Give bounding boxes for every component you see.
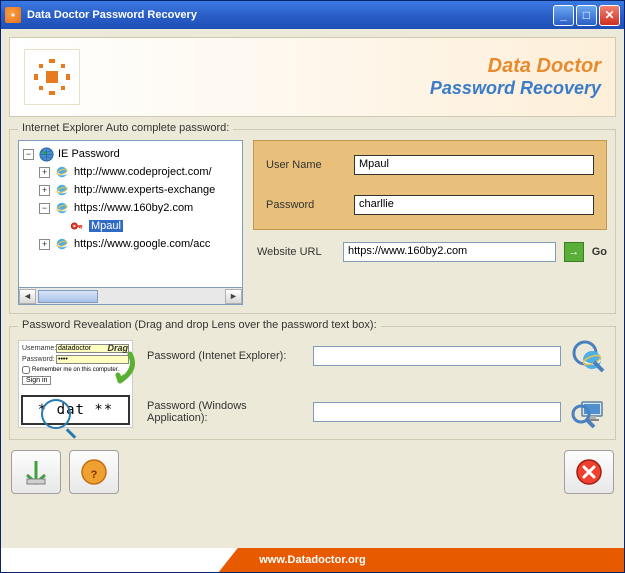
- svg-text:?: ?: [91, 469, 98, 481]
- help-icon: ?: [79, 457, 109, 487]
- monitor-lens-icon: [569, 393, 607, 431]
- footer-link[interactable]: www.Datadoctor.org: [259, 554, 366, 566]
- tree-item-label: http://www.experts-exchange: [74, 184, 215, 196]
- url-row: Website URL https://www.160by2.com → Go: [253, 238, 607, 262]
- bottom-toolbar: ?: [9, 446, 616, 498]
- expand-icon[interactable]: +: [39, 239, 50, 250]
- minimize-button[interactable]: _: [553, 5, 574, 26]
- client-area: Data Doctor Password Recovery Internet E…: [1, 29, 624, 548]
- globe-icon: [38, 146, 54, 162]
- autocomplete-group-label: Internet Explorer Auto complete password…: [18, 122, 233, 134]
- arrow-right-icon: →: [568, 246, 579, 258]
- close-button[interactable]: ✕: [599, 5, 620, 26]
- close-icon: [574, 457, 604, 487]
- username-row: User Name Mpaul: [266, 155, 594, 175]
- password-field[interactable]: charllie: [354, 195, 594, 215]
- expand-icon[interactable]: −: [23, 149, 34, 160]
- reveal-ie-row: Password (Intenet Explorer):: [147, 337, 607, 375]
- window-title: Data Doctor Password Recovery: [27, 9, 553, 21]
- reveal-win-row: Password (Windows Application):: [147, 393, 607, 431]
- scroll-thumb[interactable]: [38, 290, 98, 303]
- titlebar[interactable]: Data Doctor Password Recovery _ □ ✕: [1, 1, 624, 29]
- drag-arrow-icon: [100, 349, 140, 389]
- credentials-box: User Name Mpaul Password charllie: [253, 140, 607, 230]
- window-controls: _ □ ✕: [553, 5, 620, 26]
- header-line1: Data Doctor: [430, 55, 601, 78]
- help-button[interactable]: ?: [69, 450, 119, 494]
- tree-item[interactable]: + http://www.codeproject.com/: [23, 163, 238, 181]
- save-icon: [21, 457, 51, 487]
- save-button[interactable]: [11, 450, 61, 494]
- ie-lens-icon: [569, 337, 607, 375]
- ie-icon: [54, 236, 70, 252]
- ie-icon: [54, 200, 70, 216]
- key-icon: [69, 218, 85, 234]
- collapse-icon[interactable]: −: [39, 203, 50, 214]
- tree-item-label: https://www.160by2.com: [74, 202, 193, 214]
- password-row: Password charllie: [266, 195, 594, 215]
- username-label: User Name: [266, 159, 344, 171]
- reveal-fields: Password (Intenet Explorer): Password (W…: [147, 337, 607, 431]
- tree-item[interactable]: − https://www.160by2.com: [23, 199, 238, 217]
- url-label: Website URL: [257, 246, 335, 258]
- go-label: Go: [592, 246, 607, 258]
- reveal-ie-field[interactable]: [313, 346, 561, 366]
- app-window: Data Doctor Password Recovery _ □ ✕ Data…: [0, 0, 625, 573]
- footer-bar: www.Datadoctor.org: [1, 548, 624, 572]
- tree-root[interactable]: − IE Password: [23, 145, 238, 163]
- reveal-group-label: Password Revealation (Drag and drop Lens…: [18, 319, 381, 331]
- username-field[interactable]: Mpaul: [354, 155, 594, 175]
- autocomplete-group: Internet Explorer Auto complete password…: [9, 129, 616, 314]
- reveal-group: Password Revealation (Drag and drop Lens…: [9, 326, 616, 440]
- expand-icon[interactable]: +: [39, 185, 50, 196]
- tree-item[interactable]: + http://www.experts-exchange: [23, 181, 238, 199]
- expand-icon[interactable]: +: [39, 167, 50, 178]
- exit-button[interactable]: [564, 450, 614, 494]
- drag-lens-demo[interactable]: Drag Username:datadoctor Password:•••• R…: [18, 340, 133, 428]
- tree-selected-label: Mpaul: [89, 220, 123, 232]
- reveal-ie-label: Password (Intenet Explorer):: [147, 350, 305, 362]
- reveal-win-field[interactable]: [313, 402, 561, 422]
- app-icon: [5, 7, 21, 23]
- header-text: Data Doctor Password Recovery: [430, 55, 601, 99]
- tree-item[interactable]: + https://www.google.com/acc: [23, 235, 238, 253]
- tree-scrollbar[interactable]: ◄ ►: [18, 288, 243, 305]
- header-banner: Data Doctor Password Recovery: [9, 37, 616, 117]
- go-button[interactable]: →: [564, 242, 584, 262]
- tree-panel: − IE Password + http://www.codeproject.c…: [18, 140, 243, 305]
- zoom-preview: * dat **: [21, 395, 130, 425]
- tree-item-label: https://www.google.com/acc: [74, 238, 210, 250]
- ie-icon: [54, 164, 70, 180]
- tree-item-selected[interactable]: Mpaul: [23, 217, 238, 235]
- scroll-left-button[interactable]: ◄: [19, 289, 36, 304]
- tree-root-label: IE Password: [58, 148, 120, 160]
- logo: [24, 49, 80, 105]
- password-tree[interactable]: − IE Password + http://www.codeproject.c…: [18, 140, 243, 288]
- url-field[interactable]: https://www.160by2.com: [343, 242, 556, 262]
- ie-icon: [54, 182, 70, 198]
- password-label: Password: [266, 199, 344, 211]
- maximize-button[interactable]: □: [576, 5, 597, 26]
- credentials-panel: User Name Mpaul Password charllie Websit…: [253, 140, 607, 305]
- scroll-right-button[interactable]: ►: [225, 289, 242, 304]
- tree-item-label: http://www.codeproject.com/: [74, 166, 212, 178]
- header-line2: Password Recovery: [430, 78, 601, 99]
- reveal-win-label: Password (Windows Application):: [147, 400, 305, 424]
- lens-icon[interactable]: [41, 399, 71, 429]
